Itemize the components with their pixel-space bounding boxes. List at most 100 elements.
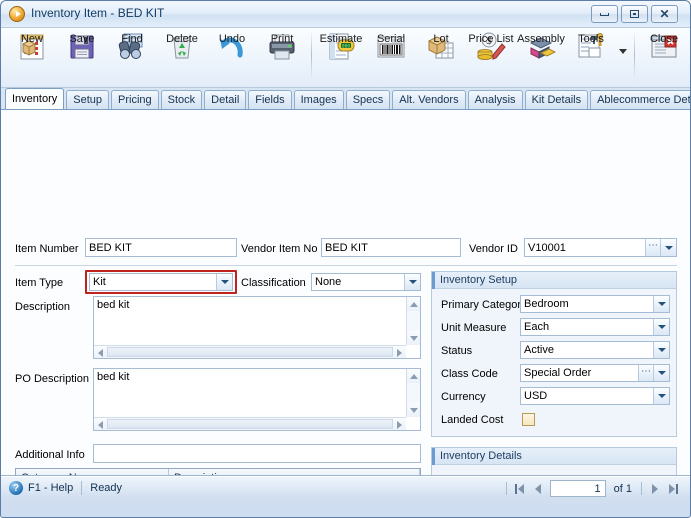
classification-chevron-down-icon[interactable] bbox=[404, 274, 420, 290]
tab-alt-vendors-label: Alt. Vendors bbox=[399, 94, 459, 106]
toolbar-save-button[interactable]: Save bbox=[57, 28, 107, 86]
primary-category-combo[interactable]: Bedroom bbox=[520, 295, 670, 313]
toolbar-price-list-label: Price List bbox=[468, 33, 514, 45]
toolbar-price-list-button[interactable]: $ Price List bbox=[466, 28, 516, 86]
tab-alt-vendors[interactable]: Alt. Vendors bbox=[392, 90, 466, 109]
additional-info-input[interactable] bbox=[93, 444, 421, 463]
description-scroll-up-icon[interactable] bbox=[407, 297, 420, 311]
next-record-icon[interactable] bbox=[646, 480, 664, 498]
column-header-category-name[interactable]: Category Name bbox=[16, 469, 169, 475]
toolbar-lot-button[interactable]: Lot bbox=[416, 28, 466, 86]
description-scroll-down-icon[interactable] bbox=[407, 331, 420, 345]
tab-images[interactable]: Images bbox=[293, 90, 344, 109]
toolbar-serial-button[interactable]: Serial bbox=[366, 28, 416, 86]
minimize-button[interactable] bbox=[591, 5, 618, 23]
tab-inventory[interactable]: Inventory bbox=[5, 88, 65, 109]
description-vscrollbar[interactable] bbox=[406, 297, 420, 345]
vendor-id-combo[interactable]: V10001 ⋯ bbox=[524, 238, 677, 257]
primary-category-value: Bedroom bbox=[524, 298, 569, 310]
toolbar-tools-label: Tools bbox=[578, 33, 604, 45]
column-header-description[interactable]: Description bbox=[169, 469, 420, 475]
help-text[interactable]: F1 - Help bbox=[28, 482, 73, 494]
description-textarea[interactable]: bed kit bbox=[93, 296, 421, 359]
vendor-item-no-input[interactable]: BED KIT bbox=[321, 238, 461, 257]
help-circle-icon[interactable]: ? bbox=[9, 481, 23, 495]
tab-kit-details[interactable]: Kit Details bbox=[524, 90, 589, 109]
tab-ablecommerce-detail[interactable]: Ablecommerce Detail bbox=[590, 90, 690, 109]
toolbar-separator-2 bbox=[634, 31, 635, 79]
po-description-scroll-up-icon[interactable] bbox=[407, 369, 420, 383]
first-record-icon[interactable] bbox=[511, 480, 529, 498]
po-description-scroll-down-icon[interactable] bbox=[407, 403, 420, 417]
class-code-chevron-down-icon[interactable] bbox=[653, 365, 669, 381]
tab-specs[interactable]: Specs bbox=[345, 90, 391, 109]
tab-detail[interactable]: Detail bbox=[204, 90, 247, 109]
main-toolbar: New Save Find Delete Undo Print 000 Esti… bbox=[1, 28, 690, 88]
toolbar-estimate-button[interactable]: 000 Estimate bbox=[316, 28, 366, 86]
status-chevron-down-icon[interactable] bbox=[653, 342, 669, 358]
po-description-scroll-right-icon[interactable] bbox=[393, 418, 406, 430]
unit-measure-chevron-down-icon[interactable] bbox=[653, 319, 669, 335]
toolbar-tools-button[interactable]: Tools bbox=[566, 28, 616, 86]
landed-cost-label: Landed Cost bbox=[441, 414, 504, 426]
toolbar-new-label: New bbox=[20, 33, 43, 45]
item-type-combo[interactable]: Kit bbox=[89, 273, 233, 291]
item-type-value: Kit bbox=[93, 276, 106, 288]
toolbar-close-button[interactable]: Close bbox=[639, 28, 689, 86]
tools-chevron-down-icon[interactable] bbox=[616, 28, 630, 86]
tab-pricing[interactable]: Pricing bbox=[111, 90, 159, 109]
toolbar-close-label: Close bbox=[649, 33, 679, 45]
toolbar-print-button[interactable]: Print bbox=[257, 28, 307, 86]
play-orb-icon bbox=[9, 6, 25, 22]
status-value: Active bbox=[524, 344, 554, 356]
po-description-textarea[interactable]: bed kit bbox=[93, 368, 421, 431]
classification-combo[interactable]: None bbox=[311, 273, 421, 291]
toolbar-undo-button[interactable]: Undo bbox=[207, 28, 257, 86]
unit-measure-value: Each bbox=[524, 321, 550, 333]
tab-setup-label: Setup bbox=[73, 94, 102, 106]
status-separator bbox=[81, 481, 83, 495]
po-description-scroll-left-icon[interactable] bbox=[94, 418, 107, 430]
toolbar-save-label: Save bbox=[69, 33, 95, 45]
vendor-id-lookup-button[interactable]: ⋯ bbox=[645, 239, 660, 256]
primary-category-chevron-down-icon[interactable] bbox=[653, 296, 669, 312]
category-grid: Category Name Description X ⋯ Bedroom Be… bbox=[15, 468, 421, 475]
maximize-button[interactable] bbox=[621, 5, 648, 23]
tab-stock[interactable]: Stock bbox=[160, 90, 203, 109]
landed-cost-checkbox[interactable] bbox=[522, 413, 535, 426]
toolbar-assembly-button[interactable]: Assembly bbox=[516, 28, 566, 86]
status-label: Status bbox=[441, 345, 473, 357]
toolbar-new-button[interactable]: New bbox=[7, 28, 57, 86]
class-code-value: Special Order bbox=[524, 367, 592, 379]
last-record-icon[interactable] bbox=[664, 480, 682, 498]
close-window-button[interactable]: ✕ bbox=[651, 5, 678, 23]
currency-chevron-down-icon[interactable] bbox=[653, 388, 669, 404]
currency-combo[interactable]: USD bbox=[520, 387, 670, 405]
description-value: bed kit bbox=[97, 299, 130, 311]
unit-measure-combo[interactable]: Each bbox=[520, 318, 670, 336]
po-description-value: bed kit bbox=[97, 371, 130, 383]
description-scroll-right-icon[interactable] bbox=[393, 346, 406, 358]
tab-analysis[interactable]: Analysis bbox=[467, 90, 523, 109]
vendor-id-chevron-down-icon[interactable] bbox=[660, 239, 676, 256]
toolbar-delete-button[interactable]: Delete bbox=[157, 28, 207, 86]
po-description-vscrollbar[interactable] bbox=[406, 369, 420, 417]
class-code-lookup-button[interactable]: ⋯ bbox=[638, 365, 653, 381]
class-code-combo[interactable]: Special Order ⋯ bbox=[520, 364, 670, 382]
inventory-setup-title: Inventory Setup bbox=[432, 272, 676, 289]
description-hscrollbar[interactable] bbox=[94, 345, 406, 358]
tab-fields[interactable]: Fields bbox=[248, 90, 292, 109]
description-label: Description bbox=[15, 301, 71, 313]
status-combo[interactable]: Active bbox=[520, 341, 670, 359]
item-type-chevron-down-icon[interactable] bbox=[216, 274, 232, 290]
tab-setup[interactable]: Setup bbox=[66, 90, 109, 109]
previous-record-icon[interactable] bbox=[529, 480, 547, 498]
toolbar-undo-label: Undo bbox=[218, 33, 246, 45]
toolbar-find-button[interactable]: Find bbox=[107, 28, 157, 86]
form-divider bbox=[15, 265, 677, 266]
tab-pricing-label: Pricing bbox=[118, 94, 152, 106]
current-record-input[interactable]: 1 bbox=[549, 480, 606, 497]
po-description-hscrollbar[interactable] bbox=[94, 417, 406, 430]
description-scroll-left-icon[interactable] bbox=[94, 346, 107, 358]
item-number-input[interactable]: BED KIT bbox=[85, 238, 237, 257]
